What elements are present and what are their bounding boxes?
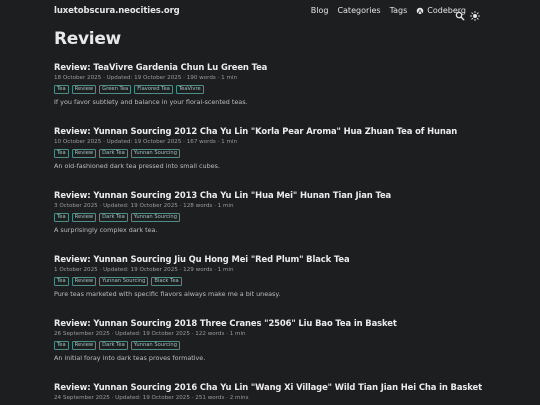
post-tags: Tea Review Dark Tea Yunnan Sourcing	[54, 341, 494, 350]
post-meta: 1 October 2025 · Updated: 19 October 202…	[54, 267, 234, 273]
post-meta: 10 October 2025 · Updated: 19 October 20…	[54, 139, 238, 145]
post-title[interactable]: Review: Yunnan Sourcing 2018 Three Crane…	[54, 318, 494, 328]
tag-link[interactable]: Yunnan Sourcing	[130, 213, 180, 222]
tag-link[interactable]: Review	[71, 277, 97, 286]
tag-link[interactable]: TeaVivre	[175, 85, 204, 94]
tag-link[interactable]: Dark Tea	[99, 341, 128, 350]
nav-categories[interactable]: Categories	[337, 6, 380, 15]
post-title[interactable]: Review: Yunnan Sourcing 2012 Cha Yu Lin …	[54, 126, 494, 136]
post-entry[interactable]: Review: Yunnan Sourcing 2012 Cha Yu Lin …	[54, 126, 494, 170]
post-entry[interactable]: Review: Yunnan Sourcing 2018 Three Crane…	[54, 318, 494, 362]
tag-link[interactable]: Dark Tea	[99, 213, 128, 222]
main-nav: Blog Categories Tags Codeberg	[302, 6, 466, 15]
post-title[interactable]: Review: Yunnan Sourcing Jiu Qu Hong Mei …	[54, 254, 494, 264]
site-title-link[interactable]: luxetobscura.neocities.org	[54, 6, 180, 16]
post-meta: 3 October 2025 · Updated: 19 October 202…	[54, 203, 234, 209]
post-entry[interactable]: Review: TeaVivre Gardenia Chun Lu Green …	[54, 62, 494, 106]
tag-link[interactable]: Yunnan Sourcing	[99, 277, 149, 286]
search-button[interactable]	[455, 6, 465, 21]
tag-link[interactable]: Tea	[54, 85, 69, 94]
theme-toggle-button[interactable]	[470, 6, 480, 21]
sun-icon	[470, 11, 480, 21]
tag-link[interactable]: Dark Tea	[99, 149, 128, 158]
post-entry[interactable]: Review: Yunnan Sourcing Jiu Qu Hong Mei …	[54, 254, 494, 298]
tag-link[interactable]: Yunnan Sourcing	[130, 149, 180, 158]
post-summary: If you favor subtlety and balance in you…	[54, 98, 248, 106]
post-entry[interactable]: Review: Yunnan Sourcing 2016 Cha Yu Lin …	[54, 382, 494, 401]
tag-link[interactable]: Tea	[54, 341, 69, 350]
tag-link[interactable]: Review	[71, 341, 97, 350]
post-tags: Tea Review Green Tea Flavored Tea TeaViv…	[54, 85, 494, 94]
tag-link[interactable]: Yunnan Sourcing	[130, 341, 180, 350]
codeberg-icon	[417, 7, 424, 14]
post-tags: Tea Review Yunnan Sourcing Black Tea	[54, 277, 494, 286]
post-summary: Pure teas marketed with specific flavors…	[54, 290, 281, 298]
tag-link[interactable]: Tea	[54, 277, 69, 286]
tag-link[interactable]: Review	[71, 149, 97, 158]
post-title[interactable]: Review: TeaVivre Gardenia Chun Lu Green …	[54, 62, 494, 72]
post-tags: Tea Review Dark Tea Yunnan Sourcing	[54, 213, 494, 222]
search-icon	[455, 11, 465, 21]
page: luxetobscura.neocities.org Blog Categori…	[0, 0, 540, 405]
post-meta: 26 September 2025 · Updated: 19 October …	[54, 331, 246, 337]
page-title: Review	[54, 29, 121, 49]
tag-link[interactable]: Flavored Tea	[134, 85, 173, 94]
tag-link[interactable]: Tea	[54, 149, 69, 158]
tag-link[interactable]: Review	[71, 85, 97, 94]
post-meta: 18 October 2025 · Updated: 19 October 20…	[54, 75, 238, 81]
tag-link[interactable]: Black Tea	[151, 277, 182, 286]
post-summary: An initial foray into dark teas proves f…	[54, 354, 206, 362]
post-summary: An old-fashioned dark tea pressed into s…	[54, 162, 220, 170]
post-title[interactable]: Review: Yunnan Sourcing 2013 Cha Yu Lin …	[54, 190, 494, 200]
site-header: luxetobscura.neocities.org Blog Categori…	[0, 0, 540, 26]
tag-link[interactable]: Review	[71, 213, 97, 222]
nav-blog[interactable]: Blog	[311, 6, 329, 15]
post-summary: A surprisingly complex dark tea.	[54, 226, 158, 234]
post-meta: 24 September 2025 · Updated: 19 October …	[54, 395, 249, 401]
nav-tags[interactable]: Tags	[390, 6, 408, 15]
post-entry[interactable]: Review: Yunnan Sourcing 2013 Cha Yu Lin …	[54, 190, 494, 234]
tag-link[interactable]: Green Tea	[99, 85, 132, 94]
tag-link[interactable]: Tea	[54, 213, 69, 222]
post-tags: Tea Review Dark Tea Yunnan Sourcing	[54, 149, 494, 158]
post-title[interactable]: Review: Yunnan Sourcing 2016 Cha Yu Lin …	[54, 382, 494, 392]
